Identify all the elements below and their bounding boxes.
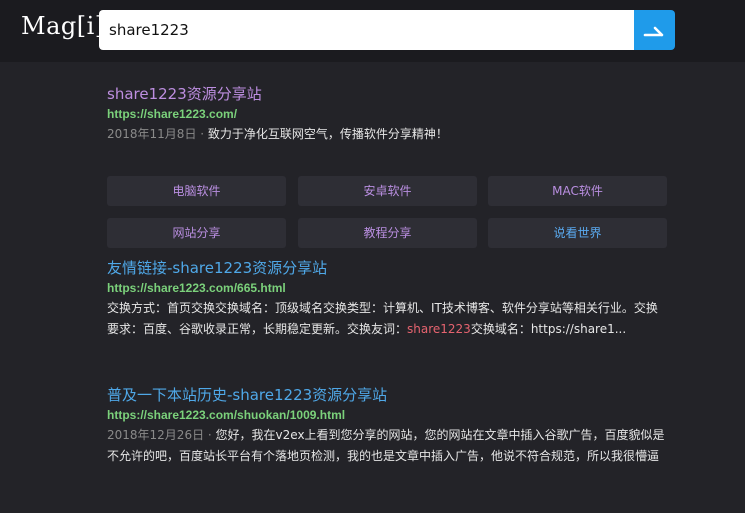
search-input[interactable] xyxy=(99,10,635,50)
result-snippet: 2018年11月8日 · 致力于净化互联网空气，传播软件分享精神！ xyxy=(107,124,667,145)
sitelink-world-view[interactable]: 说看世界 xyxy=(488,218,667,248)
arrow-return-right-icon xyxy=(643,26,664,37)
result-item: 普及一下本站历史-share1223资源分享站 https://share122… xyxy=(107,385,667,467)
result-url[interactable]: https://share1223.com/ xyxy=(107,106,667,122)
result-title[interactable]: 友情链接-share1223资源分享站 xyxy=(107,258,667,278)
result-item: 友情链接-share1223资源分享站 https://share1223.co… xyxy=(107,258,667,340)
sitelink-mac-software[interactable]: MAC软件 xyxy=(488,176,667,206)
site-logo[interactable]: Mag[i] xyxy=(21,12,105,40)
result-snippet-highlight: share1223 xyxy=(407,322,471,336)
result-url[interactable]: https://share1223.com/665.html xyxy=(107,280,667,296)
result-snippet-text: 致力于净化互联网空气，传播软件分享精神！ xyxy=(207,127,448,141)
result-snippet-text: 交换域名：https://share1... xyxy=(470,322,627,336)
result-url[interactable]: https://share1223.com/shuokan/1009.html xyxy=(107,407,667,423)
top-bar: Mag[i] xyxy=(0,0,745,62)
sitelink-pc-software[interactable]: 电脑软件 xyxy=(107,176,286,206)
sitelink-tutorial-share[interactable]: 教程分享 xyxy=(298,218,477,248)
sitelink-website-share[interactable]: 网站分享 xyxy=(107,218,286,248)
result-snippet: 2018年12月26日 · 您好，我在v2ex上看到您分享的网站，您的网站在文章… xyxy=(107,425,667,467)
result-title[interactable]: share1223资源分享站 xyxy=(107,84,667,104)
search-button[interactable] xyxy=(634,10,675,50)
result-title[interactable]: 普及一下本站历史-share1223资源分享站 xyxy=(107,385,667,405)
sitelink-android-software[interactable]: 安卓软件 xyxy=(298,176,477,206)
result-date: 2018年12月26日 · xyxy=(107,428,212,442)
result-date: 2018年11月8日 · xyxy=(107,127,205,141)
result-item: share1223资源分享站 https://share1223.com/ 20… xyxy=(107,84,667,248)
result-snippet: 交换方式：首页交换交换域名：顶级域名交换类型：计算机、IT技术博客、软件分享站等… xyxy=(107,298,667,340)
